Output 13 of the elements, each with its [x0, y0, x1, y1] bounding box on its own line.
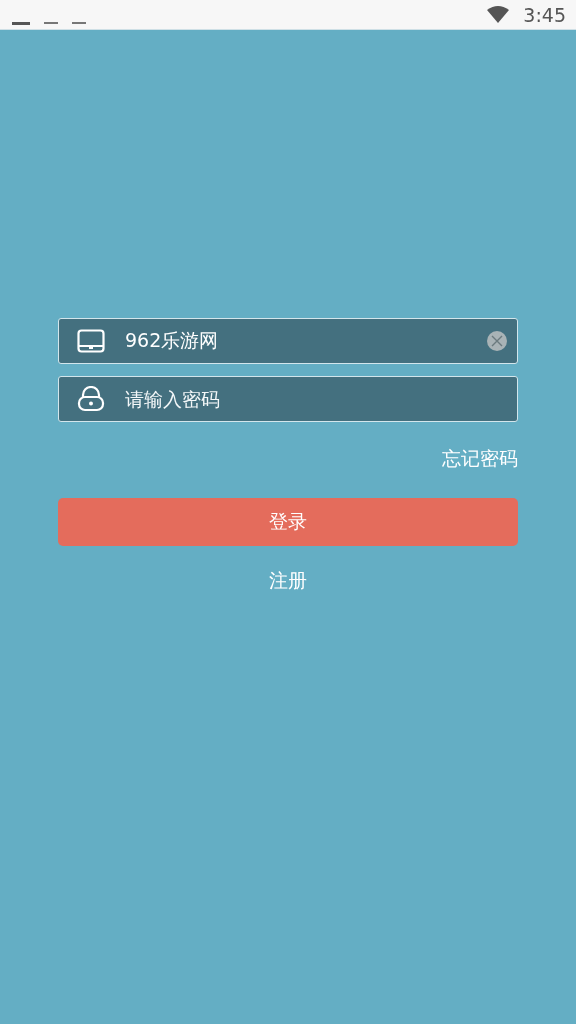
username-field[interactable]: 962乐游网 — [58, 318, 518, 364]
wifi-icon — [487, 6, 510, 23]
clear-icon[interactable] — [487, 331, 507, 351]
password-input[interactable]: 请输入密码 — [125, 388, 507, 410]
lock-icon — [77, 386, 105, 412]
register-link[interactable]: 注册 — [269, 568, 307, 594]
login-button[interactable]: 登录 — [58, 498, 518, 546]
forgot-password-link[interactable]: 忘记密码 — [442, 446, 518, 472]
tablet-icon — [77, 329, 105, 353]
time-text: 3:45 — [523, 3, 566, 26]
password-field[interactable]: 请输入密码 — [58, 376, 518, 422]
notification-icon — [12, 22, 30, 25]
username-input[interactable]: 962乐游网 — [125, 330, 487, 352]
